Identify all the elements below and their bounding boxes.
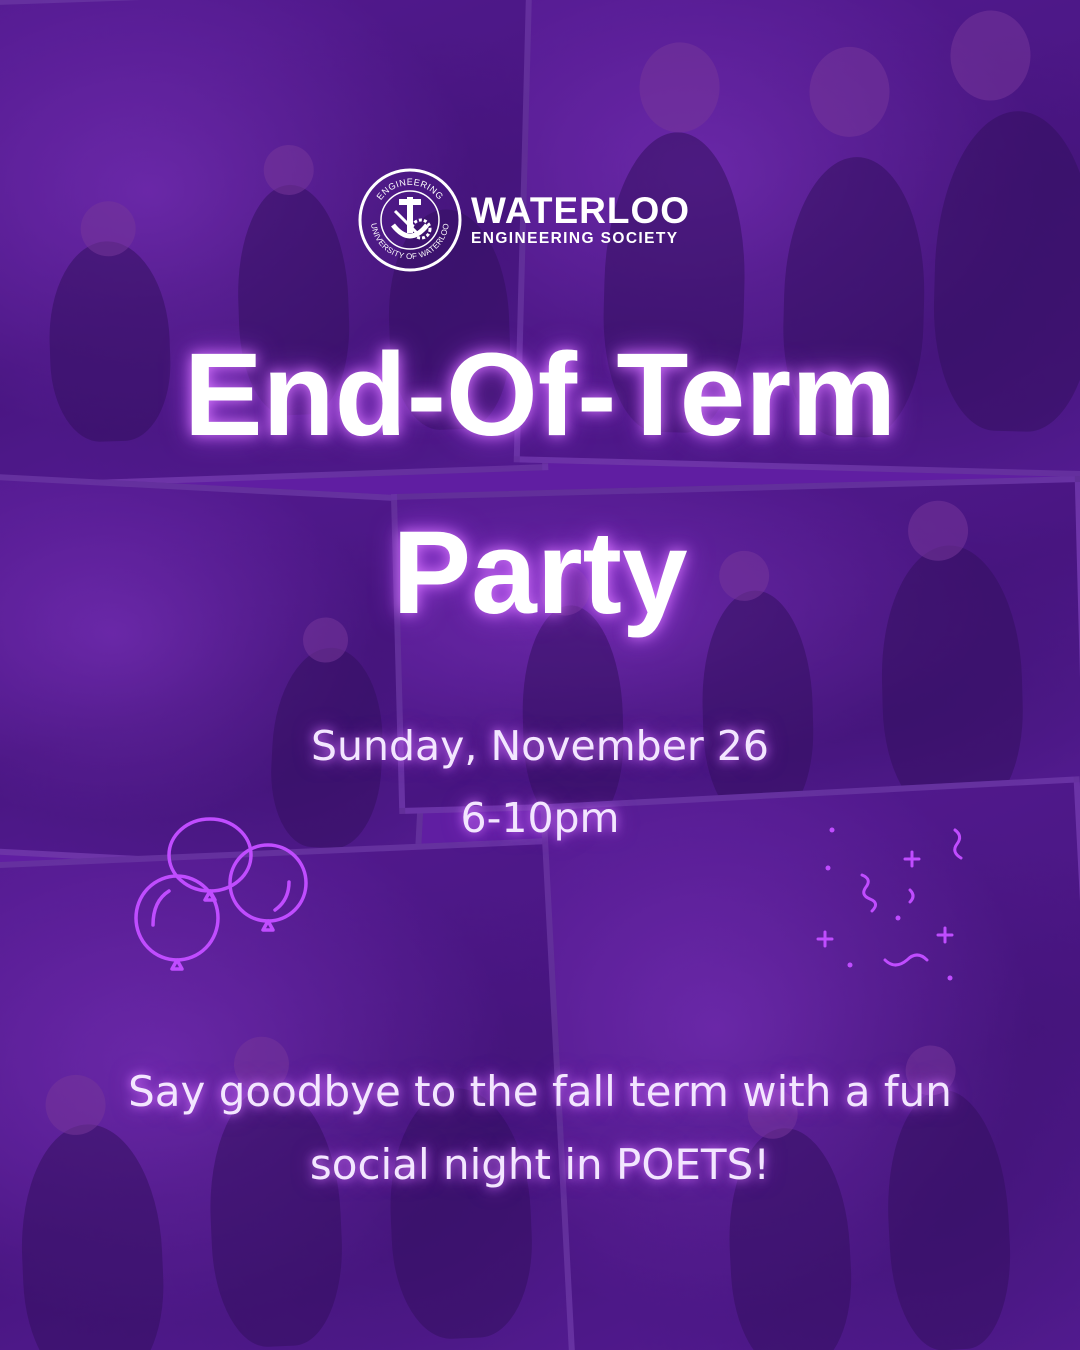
event-description-line-2: social night in POETS! (309, 1140, 771, 1189)
engineering-society-logo: ENGINEERING UNIVERSITY OF WATERLOO WATER… (357, 165, 690, 275)
event-date: Sunday, November 26 (311, 722, 769, 770)
seal-icon: ENGINEERING UNIVERSITY OF WATERLOO (358, 168, 462, 272)
event-title-line-2: Party (392, 507, 688, 639)
logo-subtitle: ENGINEERING SOCIETY (471, 230, 679, 247)
confetti-icon (816, 827, 963, 981)
event-poster: ENGINEERING UNIVERSITY OF WATERLOO WATER… (0, 0, 1080, 1350)
balloons-icon (134, 817, 308, 971)
event-title-line-1: End-Of-Term (183, 329, 897, 461)
logo-name: WATERLOO (471, 190, 691, 231)
event-description-line-1: Say goodbye to the fall term with a fun (128, 1067, 952, 1116)
